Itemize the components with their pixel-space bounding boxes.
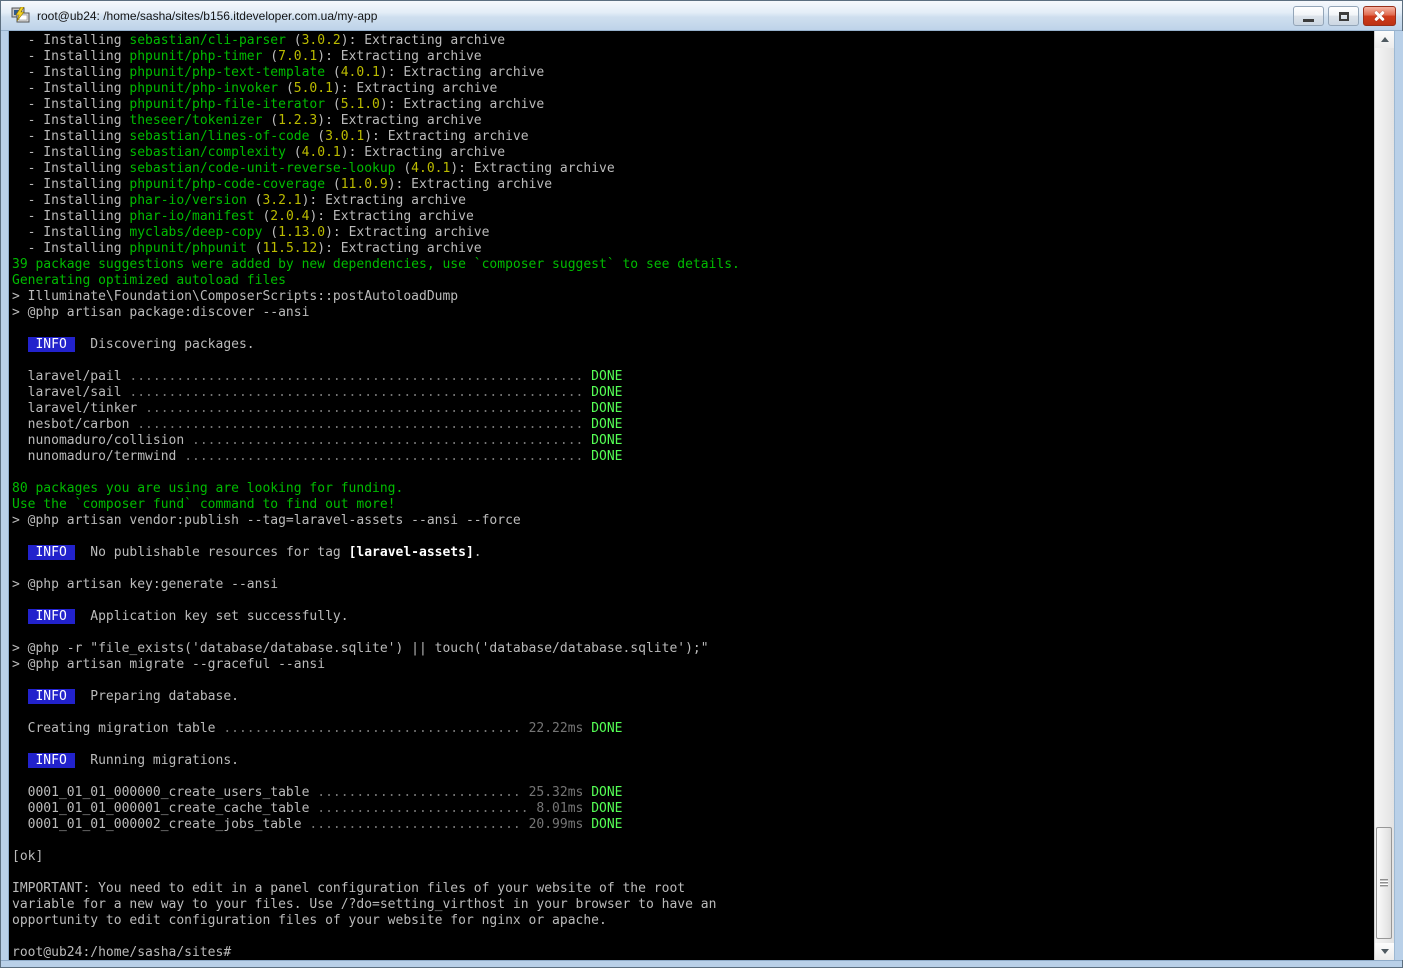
terminal-line xyxy=(12,673,1374,689)
putty-icon[interactable] xyxy=(11,7,31,24)
maximize-icon xyxy=(1339,12,1349,21)
chevron-down-icon xyxy=(1381,949,1389,954)
terminal-line: root@ub24:/home/sasha/sites# xyxy=(12,945,1374,960)
info-badge: INFO xyxy=(28,609,75,624)
close-icon xyxy=(1373,10,1386,22)
terminal-line: Use the `composer fund` command to find … xyxy=(12,497,1374,513)
terminal-line: variable for a new way to your files. Us… xyxy=(12,897,1374,913)
terminal-line xyxy=(12,593,1374,609)
terminal-line: > @php -r "file_exists('database/databas… xyxy=(12,641,1374,657)
terminal-line xyxy=(12,529,1374,545)
terminal-line xyxy=(12,625,1374,641)
terminal-line: 80 packages you are using are looking fo… xyxy=(12,481,1374,497)
terminal-line: nunomaduro/collision ...................… xyxy=(12,433,1374,449)
terminal-output[interactable]: - Installing sebastian/cli-parser (3.0.2… xyxy=(9,31,1374,960)
terminal-line xyxy=(12,929,1374,945)
terminal-line: 39 package suggestions were added by new… xyxy=(12,257,1374,273)
terminal-line: - Installing sebastian/complexity (4.0.1… xyxy=(12,145,1374,161)
terminal-line: - Installing phpunit/php-invoker (5.0.1)… xyxy=(12,81,1374,97)
terminal-line: laravel/pail ...........................… xyxy=(12,369,1374,385)
titlebar[interactable]: root@ub24: /home/sasha/sites/b156.itdeve… xyxy=(1,1,1402,31)
terminal-line xyxy=(12,769,1374,785)
window-body: - Installing sebastian/cli-parser (3.0.2… xyxy=(1,31,1402,960)
terminal-line: - Installing sebastian/cli-parser (3.0.2… xyxy=(12,33,1374,49)
terminal-line: > @php artisan vendor:publish --tag=lara… xyxy=(12,513,1374,529)
terminal-line: > Illuminate\Foundation\ComposerScripts:… xyxy=(12,289,1374,305)
scrollbar-track[interactable] xyxy=(1375,48,1394,943)
terminal-line: 0001_01_01_000002_create_jobs_table ....… xyxy=(12,817,1374,833)
terminal-line: INFO Running migrations. xyxy=(12,753,1374,769)
terminal-line xyxy=(12,833,1374,849)
terminal-line: INFO No publishable resources for tag [l… xyxy=(12,545,1374,561)
terminal-line: > @php artisan migrate --graceful --ansi xyxy=(12,657,1374,673)
terminal-line xyxy=(12,465,1374,481)
scroll-down-button[interactable] xyxy=(1375,943,1394,960)
terminal-line: Generating optimized autoload files xyxy=(12,273,1374,289)
terminal-line: - Installing phpunit/php-text-template (… xyxy=(12,65,1374,81)
close-button[interactable] xyxy=(1363,6,1396,26)
terminal-line: - Installing phar-io/manifest (2.0.4): E… xyxy=(12,209,1374,225)
terminal-line xyxy=(12,865,1374,881)
terminal-line: laravel/sail ...........................… xyxy=(12,385,1374,401)
chevron-up-icon xyxy=(1381,37,1389,42)
terminal-line: - Installing sebastian/lines-of-code (3.… xyxy=(12,129,1374,145)
info-badge: INFO xyxy=(28,689,75,704)
terminal-line: INFO Discovering packages. xyxy=(12,337,1374,353)
terminal-line: Creating migration table ...............… xyxy=(12,721,1374,737)
window-title: root@ub24: /home/sasha/sites/b156.itdeve… xyxy=(37,9,377,23)
terminal-line xyxy=(12,561,1374,577)
terminal-line: - Installing phpunit/phpunit (11.5.12): … xyxy=(12,241,1374,257)
terminal-line: - Installing sebastian/code-unit-reverse… xyxy=(12,161,1374,177)
terminal-line xyxy=(12,321,1374,337)
terminal-line: IMPORTANT: You need to edit in a panel c… xyxy=(12,881,1374,897)
terminal-line xyxy=(12,705,1374,721)
info-badge: INFO xyxy=(28,545,75,560)
info-badge: INFO xyxy=(28,753,75,768)
minimize-icon xyxy=(1303,19,1314,22)
terminal-line: - Installing phar-io/version (3.2.1): Ex… xyxy=(12,193,1374,209)
window-controls xyxy=(1293,6,1396,26)
terminal-line: - Installing phpunit/php-timer (7.0.1): … xyxy=(12,49,1374,65)
terminal-line: - Installing phpunit/php-code-coverage (… xyxy=(12,177,1374,193)
terminal-line: - Installing phpunit/php-file-iterator (… xyxy=(12,97,1374,113)
maximize-button[interactable] xyxy=(1328,6,1359,26)
terminal-line: [ok] xyxy=(12,849,1374,865)
terminal-line: > @php artisan package:discover --ansi xyxy=(12,305,1374,321)
terminal-line: > @php artisan key:generate --ansi xyxy=(12,577,1374,593)
scrollbar[interactable] xyxy=(1374,31,1394,960)
terminal-line: laravel/tinker .........................… xyxy=(12,401,1374,417)
scroll-up-button[interactable] xyxy=(1375,31,1394,48)
terminal-line: INFO Application key set successfully. xyxy=(12,609,1374,625)
scrollbar-thumb[interactable] xyxy=(1376,827,1392,939)
terminal-line: - Installing theseer/tokenizer (1.2.3): … xyxy=(12,113,1374,129)
putty-window: root@ub24: /home/sasha/sites/b156.itdeve… xyxy=(0,0,1403,968)
scrollbar-grip-icon xyxy=(1380,879,1388,887)
terminal-line: - Installing myclabs/deep-copy (1.13.0):… xyxy=(12,225,1374,241)
terminal-line: INFO Preparing database. xyxy=(12,689,1374,705)
terminal-line: 0001_01_01_000000_create_users_table ...… xyxy=(12,785,1374,801)
terminal-line xyxy=(12,353,1374,369)
info-badge: INFO xyxy=(28,337,75,352)
window-border-right xyxy=(1394,31,1403,960)
terminal-line: nesbot/carbon ..........................… xyxy=(12,417,1374,433)
terminal-line xyxy=(12,737,1374,753)
terminal-line: nunomaduro/termwind ....................… xyxy=(12,449,1374,465)
terminal-line: 0001_01_01_000001_create_cache_table ...… xyxy=(12,801,1374,817)
minimize-button[interactable] xyxy=(1293,6,1324,26)
terminal-line: opportunity to edit configuration files … xyxy=(12,913,1374,929)
window-border-bottom xyxy=(1,960,1402,967)
window-border-left xyxy=(1,31,9,960)
